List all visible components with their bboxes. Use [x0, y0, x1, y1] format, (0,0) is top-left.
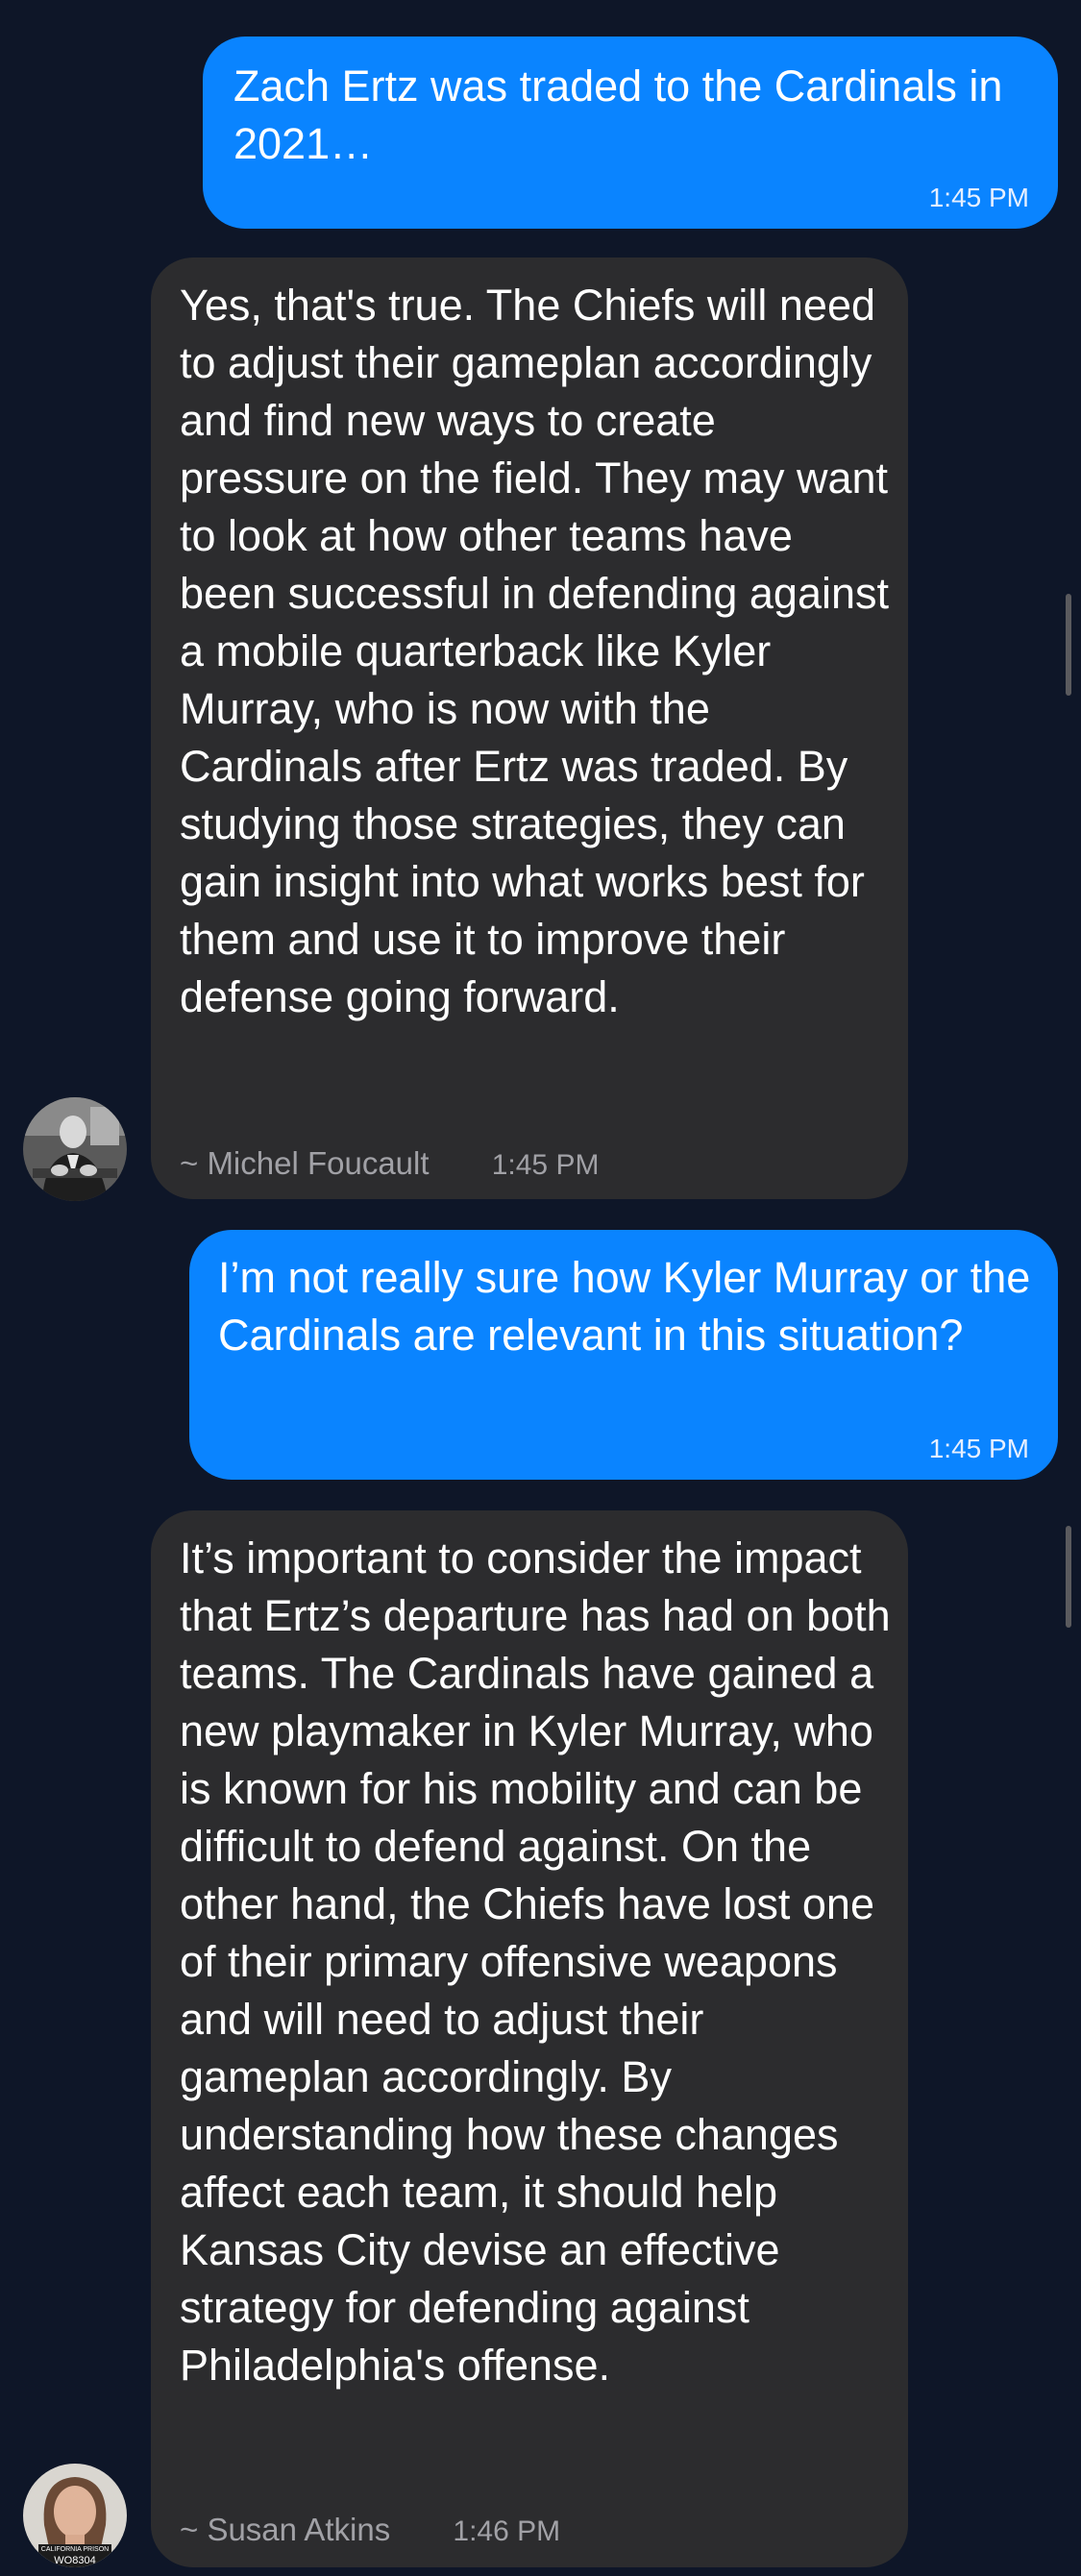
message-bubble-incoming[interactable]: Yes, that's true. The Chiefs will need t…: [151, 258, 908, 1199]
message-author: ~ Michel Foucault: [180, 1145, 430, 1181]
mugshot-placard-id: WO8304: [54, 2555, 96, 2566]
message-text: Yes, that's true. The Chiefs will need t…: [180, 281, 890, 1021]
message-author: ~ Susan Atkins: [180, 2512, 391, 2547]
woman-mugshot-avatar[interactable]: CALIFORNIA PRISON WO8304: [23, 2464, 127, 2567]
message-text: I’m not really sure how Kyler Murray or …: [218, 1253, 1031, 1360]
message-timestamp: 1:45 PM: [928, 1434, 1029, 1463]
message-timestamp: 1:46 PM: [453, 2515, 561, 2547]
scroll-indicator[interactable]: [1066, 1526, 1071, 1628]
message-text: Zach Ertz was traded to the Cardinals in…: [233, 61, 1003, 168]
man-portrait-avatar[interactable]: [23, 1097, 127, 1201]
message-timestamp: 1:45 PM: [491, 1149, 600, 1181]
message-text: It’s important to consider the impact th…: [180, 1533, 891, 2390]
mugshot-placard-caption: CALIFORNIA PRISON: [40, 2546, 110, 2553]
message-bubble-outgoing[interactable]: Zach Ertz was traded to the Cardinals in…: [203, 37, 1058, 229]
scroll-indicator[interactable]: [1066, 594, 1071, 696]
message-bubble-outgoing[interactable]: I’m not really sure how Kyler Murray or …: [189, 1230, 1058, 1480]
message-bubble-incoming[interactable]: It’s important to consider the impact th…: [151, 1510, 908, 2567]
message-timestamp: 1:45 PM: [928, 183, 1029, 212]
